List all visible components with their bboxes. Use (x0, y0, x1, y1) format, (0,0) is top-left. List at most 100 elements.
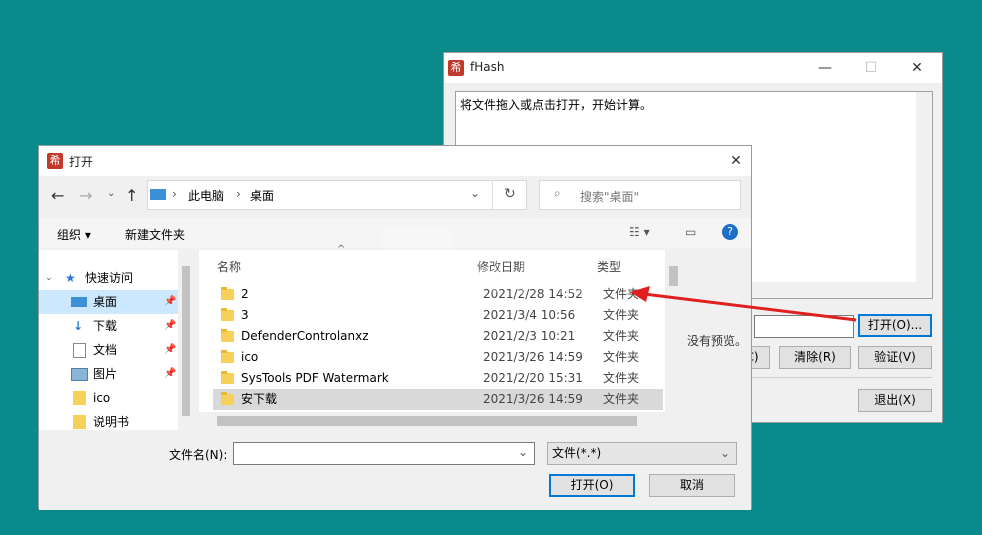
file-type: 文件夹 (603, 392, 640, 406)
nav-label: 文档 (93, 343, 118, 357)
picture-icon (71, 368, 88, 381)
folder-icon (221, 329, 234, 342)
organize-button[interactable]: 组织 ▾ (57, 226, 91, 243)
column-name[interactable]: 名称 (217, 258, 241, 275)
breadcrumb-pc[interactable]: 此电脑 (188, 187, 224, 204)
file-name: 安下载 (241, 392, 278, 406)
chevron-right-icon: › (172, 187, 177, 201)
watermark-shield-icon (382, 226, 452, 306)
nav-item-pictures[interactable]: 图片 📌 (39, 362, 194, 386)
annotation-arrow-icon (630, 286, 857, 322)
file-name: 3 (241, 308, 249, 322)
navigation-pane: ⌄ ★ 快速访问 桌面 📌 ↓ 下载 📌 文档 📌 图片 📌 ico 说明书 (39, 250, 194, 430)
files-hscroll[interactable] (199, 412, 682, 430)
nav-label: 快速访问 (85, 271, 134, 285)
file-row[interactable]: SysTools PDF Watermark 2021/2/20 15:31 文… (213, 368, 663, 389)
up-icon[interactable]: ↑ (125, 186, 138, 205)
folder-icon (73, 391, 86, 405)
recent-dropdown-icon[interactable]: ⌄ (107, 188, 115, 199)
forward-icon[interactable]: → (79, 186, 92, 205)
output-vscroll[interactable] (916, 92, 932, 282)
nav-scroll-thumb[interactable] (182, 266, 190, 416)
breadcrumb-desktop[interactable]: 桌面 (250, 187, 274, 204)
open-button[interactable]: 打开(O)... (858, 314, 932, 337)
file-name: ico (241, 350, 259, 364)
clear-button[interactable]: 清除(R) (779, 346, 851, 369)
filetype-select[interactable]: 文件(*.*) ⌄ (547, 442, 737, 465)
file-type: 文件夹 (603, 371, 640, 385)
pin-icon[interactable]: 📌 (164, 314, 176, 338)
help-icon[interactable]: ? (722, 224, 738, 240)
pin-icon[interactable]: 📌 (164, 362, 176, 386)
file-row[interactable]: ico 2021/3/26 14:59 文件夹 (213, 347, 663, 368)
nav-label: ico (93, 391, 111, 405)
pin-icon[interactable]: 📌 (164, 290, 176, 314)
file-date: 2021/2/3 10:21 (483, 329, 576, 343)
no-preview-text: 没有预览。 (687, 334, 748, 348)
folder-icon (221, 308, 234, 321)
download-icon: ↓ (73, 319, 84, 333)
nav-item-desktop[interactable]: 桌面 📌 (39, 290, 194, 314)
pin-icon[interactable]: 📌 (164, 338, 176, 362)
dialog-titlebar: 希 打开 ✕ (39, 146, 751, 176)
verify-button[interactable]: 验证(V) (858, 346, 932, 369)
nav-item-documents[interactable]: 文档 📌 (39, 338, 194, 362)
file-row[interactable]: 3 2021/3/4 10:56 文件夹 (213, 305, 663, 326)
instructions-text: 将文件拖入或点击打开，开始计算。 (460, 98, 653, 112)
chevron-down-icon[interactable]: ⌄ (45, 266, 53, 290)
exit-button[interactable]: 退出(X) (858, 389, 932, 412)
file-row-selected[interactable]: 安下载 2021/3/26 14:59 文件夹 (213, 389, 663, 410)
dialog-open-button[interactable]: 打开(O) (549, 474, 635, 497)
search-box[interactable]: ⌕ 搜索"桌面" (539, 180, 741, 210)
nav-item-downloads[interactable]: ↓ 下载 📌 (39, 314, 194, 338)
document-icon (73, 343, 86, 358)
nav-label: 说明书 (93, 415, 130, 429)
nav-label: 下载 (93, 319, 118, 333)
watermark-text: 安下载 (458, 249, 590, 300)
nav-vscroll[interactable] (178, 250, 194, 430)
folder-icon (221, 287, 234, 300)
nav-label: 桌面 (93, 295, 118, 309)
chevron-right-icon: › (236, 187, 241, 201)
refresh-icon[interactable]: ↻ (504, 186, 516, 202)
nav-item-manual[interactable]: 说明书 (39, 410, 194, 430)
files-vscroll[interactable] (665, 250, 682, 412)
nav-item-ico[interactable]: ico (39, 386, 194, 410)
filename-label: 文件名(N): (169, 448, 228, 462)
divider (492, 181, 493, 209)
folder-icon (221, 392, 234, 405)
file-name: 2 (241, 287, 249, 301)
new-folder-button[interactable]: 新建文件夹 (125, 226, 185, 243)
file-type: 文件夹 (603, 350, 640, 364)
view-options-icon[interactable]: ☷ ▾ (629, 225, 650, 239)
back-icon[interactable]: ← (51, 186, 64, 205)
sort-up-icon: ^ (337, 244, 346, 255)
dialog-cancel-button[interactable]: 取消 (649, 474, 735, 497)
file-name: DefenderControlanxz (241, 329, 369, 343)
dialog-close-button[interactable]: ✕ (713, 146, 759, 176)
fhash-title: fHash (470, 60, 505, 74)
chevron-down-icon[interactable]: ⌄ (518, 445, 528, 459)
computer-icon (150, 189, 166, 200)
files-hscroll-thumb[interactable] (217, 416, 637, 426)
file-date: 2021/2/20 15:31 (483, 371, 583, 385)
search-placeholder: 搜索"桌面" (580, 190, 640, 204)
fhash-app-icon: 希 (448, 60, 464, 76)
preview-pane-icon[interactable]: ▭ (685, 225, 696, 239)
minimize-button[interactable]: — (802, 53, 848, 83)
column-type[interactable]: 类型 (597, 258, 621, 275)
file-row[interactable]: DefenderControlanxz 2021/2/3 10:21 文件夹 (213, 326, 663, 347)
filename-input[interactable]: ⌄ (233, 442, 535, 465)
nav-item-quick-access[interactable]: ⌄ ★ 快速访问 (39, 266, 194, 290)
desktop-icon (71, 297, 87, 307)
dialog-footer: 文件名(N): ⌄ 文件(*.*) ⌄ 打开(O) 取消 (39, 430, 751, 510)
folder-icon (73, 415, 86, 429)
chevron-down-icon[interactable]: ⌄ (470, 186, 480, 200)
maximize-button[interactable]: ☐ (848, 53, 894, 83)
close-button[interactable]: ✕ (894, 53, 940, 83)
file-name: SysTools PDF Watermark (241, 371, 389, 385)
file-date: 2021/3/4 10:56 (483, 308, 576, 322)
dialog-app-icon: 希 (47, 153, 63, 169)
address-bar[interactable]: › 此电脑 › 桌面 ⌄ ↻ (147, 180, 527, 210)
folder-icon (221, 371, 234, 384)
